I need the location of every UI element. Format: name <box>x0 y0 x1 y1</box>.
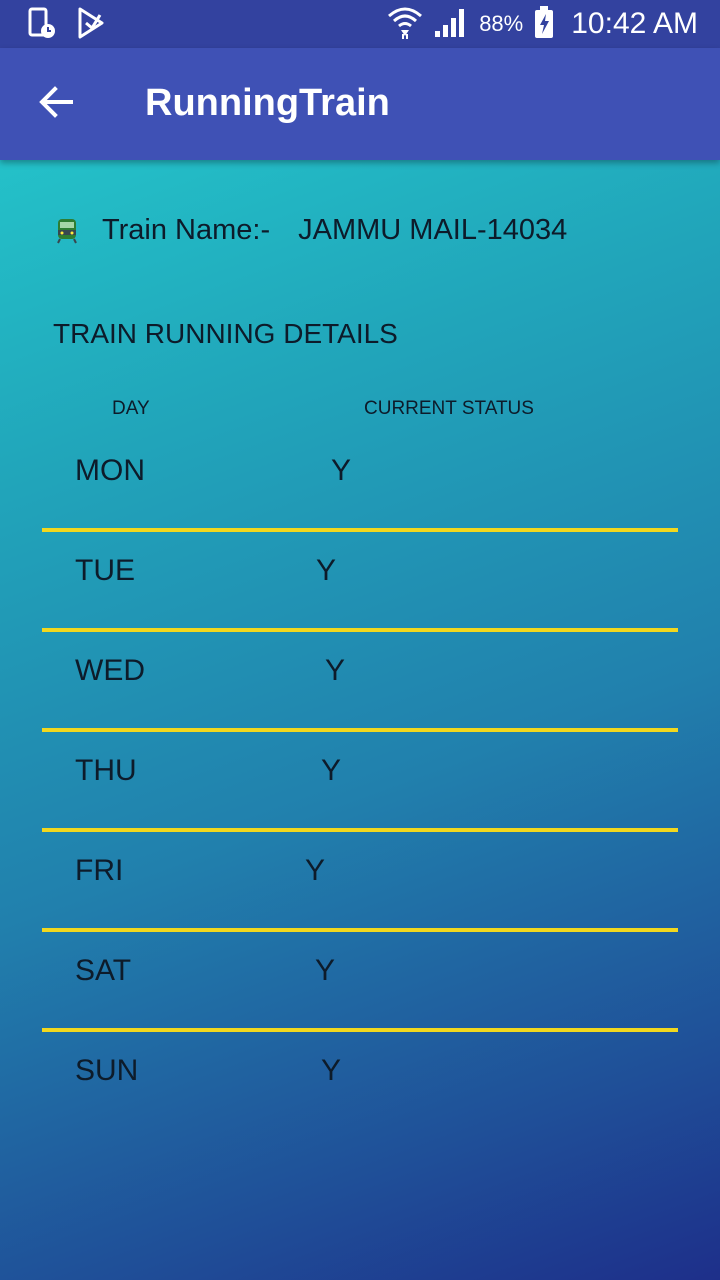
battery-percent: 88% <box>479 11 524 36</box>
wifi-icon <box>387 4 423 45</box>
column-header-day: DAY <box>112 398 150 419</box>
signal-icon <box>433 5 469 44</box>
day-label: THU <box>75 754 137 787</box>
day-label: SUN <box>75 1054 139 1087</box>
day-row-sat: SAT Y <box>42 932 678 1032</box>
day-row-tue: TUE Y <box>42 532 678 632</box>
status-left-icons <box>26 6 106 45</box>
day-status: Y <box>305 854 326 887</box>
day-row-fri: FRI Y <box>42 832 678 932</box>
section-title: TRAIN RUNNING DETAILS <box>53 318 398 349</box>
day-status: Y <box>331 454 352 487</box>
day-status: Y <box>316 554 337 587</box>
day-label: FRI <box>75 854 124 887</box>
day-row-thu: THU Y <box>42 732 678 832</box>
day-status: Y <box>321 754 342 787</box>
train-name-label: Train Name:- <box>102 214 271 246</box>
day-label: SAT <box>75 954 132 987</box>
day-row-mon: MON Y <box>42 432 678 532</box>
device-schedule-icon <box>26 6 60 45</box>
train-icon <box>56 218 78 244</box>
app-title: RunningTrain <box>145 82 390 124</box>
day-row-wed: WED Y <box>42 632 678 732</box>
day-label: TUE <box>75 554 135 587</box>
column-header-status: CURRENT STATUS <box>364 398 534 419</box>
train-name-value: JAMMU MAIL-14034 <box>298 214 568 246</box>
arrow-back-icon <box>38 84 74 125</box>
train-name-row: Train Name:- JAMMU MAIL-14034 <box>56 214 567 247</box>
status-time: 10:42 AM <box>571 7 698 40</box>
day-status: Y <box>321 1054 342 1087</box>
day-label: MON <box>75 454 145 487</box>
day-row-sun: SUN Y <box>42 1032 678 1132</box>
day-label: WED <box>75 654 145 687</box>
play-store-icon <box>76 6 106 45</box>
screen: 88% 10:42 AM RunningTrain Train Name:- J… <box>0 0 720 1280</box>
status-bar: 88% 10:42 AM <box>0 0 720 48</box>
day-status: Y <box>315 954 336 987</box>
back-button[interactable] <box>30 78 82 130</box>
status-right-icons: 88% 10:42 AM <box>387 0 698 48</box>
day-status: Y <box>325 654 346 687</box>
battery-charging-icon <box>533 5 555 44</box>
app-bar: RunningTrain <box>0 48 720 160</box>
